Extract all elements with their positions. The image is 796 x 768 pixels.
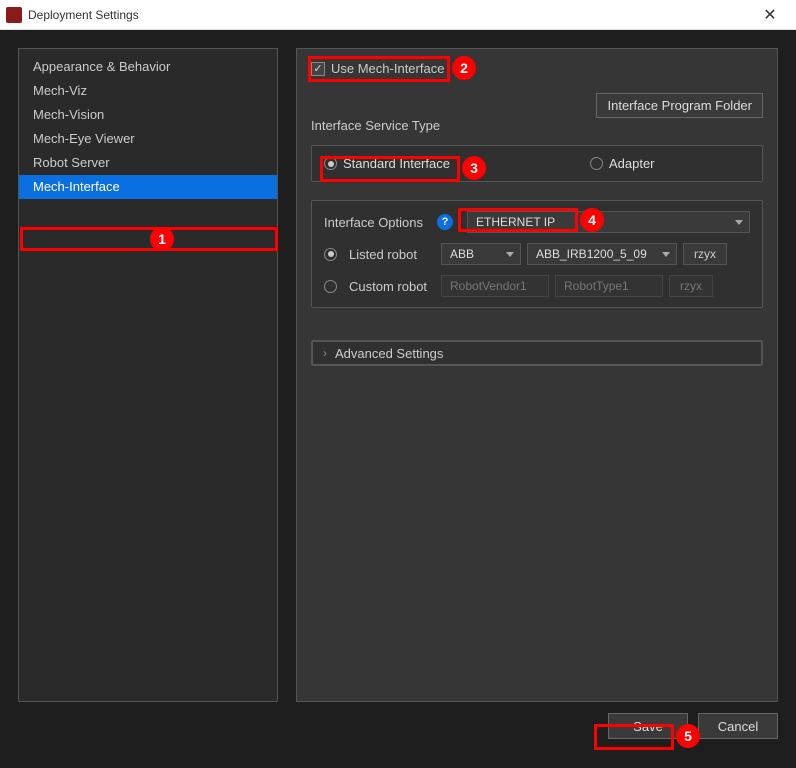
chevron-down-icon xyxy=(506,252,514,257)
main-panel: ✓ Use Mech-Interface Interface Program F… xyxy=(296,48,778,702)
listed-robot-radio[interactable] xyxy=(324,248,337,261)
custom-robot-label: Custom robot xyxy=(349,279,435,294)
listed-robot-vendor-value: ABB xyxy=(450,244,474,264)
interface-program-folder-button[interactable]: Interface Program Folder xyxy=(596,93,763,118)
adapter-radio[interactable] xyxy=(590,157,603,170)
sidebar-item-mech-vision[interactable]: Mech-Vision xyxy=(19,103,277,127)
sidebar: Appearance & Behavior Mech-Viz Mech-Visi… xyxy=(18,48,278,702)
listed-robot-model-dropdown[interactable]: ABB_IRB1200_5_09 xyxy=(527,243,677,265)
close-button[interactable]: ✕ xyxy=(750,1,790,29)
custom-robot-euler-button: rzyx xyxy=(669,275,713,297)
standard-interface-label: Standard Interface xyxy=(343,156,450,171)
sidebar-item-robot-server[interactable]: Robot Server xyxy=(19,151,277,175)
interface-service-type-label: Interface Service Type xyxy=(311,118,763,133)
use-mech-interface-row: ✓ Use Mech-Interface xyxy=(311,61,763,76)
titlebar: Deployment Settings ✕ xyxy=(0,0,796,30)
chevron-down-icon xyxy=(735,220,743,225)
cancel-button[interactable]: Cancel xyxy=(698,713,778,739)
custom-robot-vendor-value: RobotVendor1 xyxy=(450,276,527,296)
interface-options-value: ETHERNET IP xyxy=(476,212,555,232)
interface-options-label: Interface Options xyxy=(324,215,423,230)
help-icon[interactable]: ? xyxy=(437,214,453,230)
listed-robot-label: Listed robot xyxy=(349,247,435,262)
chevron-down-icon xyxy=(662,252,670,257)
advanced-settings-expander[interactable]: › Advanced Settings xyxy=(312,341,762,365)
save-button[interactable]: Save xyxy=(608,713,688,739)
client-area: Appearance & Behavior Mech-Viz Mech-Visi… xyxy=(0,30,796,768)
listed-robot-euler-button[interactable]: rzyx xyxy=(683,243,727,265)
service-type-panel: Standard Interface Adapter xyxy=(311,145,763,182)
bottom-bar: Save Cancel xyxy=(18,702,778,750)
listed-robot-model-value: ABB_IRB1200_5_09 xyxy=(536,244,647,264)
sidebar-item-mech-interface[interactable]: Mech-Interface xyxy=(19,175,277,199)
use-mech-interface-label: Use Mech-Interface xyxy=(331,61,444,76)
advanced-settings-label: Advanced Settings xyxy=(335,346,443,361)
app-icon xyxy=(6,7,22,23)
custom-robot-type-value: RobotType1 xyxy=(564,276,629,296)
standard-interface-radio[interactable] xyxy=(324,157,337,170)
window-title: Deployment Settings xyxy=(28,8,750,22)
sidebar-item-mech-eye-viewer[interactable]: Mech-Eye Viewer xyxy=(19,127,277,151)
custom-robot-type-dropdown: RobotType1 xyxy=(555,275,663,297)
sidebar-item-mech-viz[interactable]: Mech-Viz xyxy=(19,79,277,103)
service-type-row: Standard Interface Adapter xyxy=(324,156,750,171)
use-mech-interface-checkbox[interactable]: ✓ xyxy=(311,62,325,76)
content-row: Appearance & Behavior Mech-Viz Mech-Visi… xyxy=(18,48,778,702)
interface-options-dropdown[interactable]: ETHERNET IP xyxy=(467,211,750,233)
chevron-right-icon: › xyxy=(323,346,327,360)
sidebar-item-appearance[interactable]: Appearance & Behavior xyxy=(19,55,277,79)
adapter-label: Adapter xyxy=(609,156,655,171)
advanced-settings-panel: › Advanced Settings xyxy=(311,340,763,366)
listed-robot-vendor-dropdown[interactable]: ABB xyxy=(441,243,521,265)
interface-options-panel: Interface Options ? ETHERNET IP Listed r… xyxy=(311,200,763,308)
custom-robot-vendor-dropdown: RobotVendor1 xyxy=(441,275,549,297)
custom-robot-radio[interactable] xyxy=(324,280,337,293)
